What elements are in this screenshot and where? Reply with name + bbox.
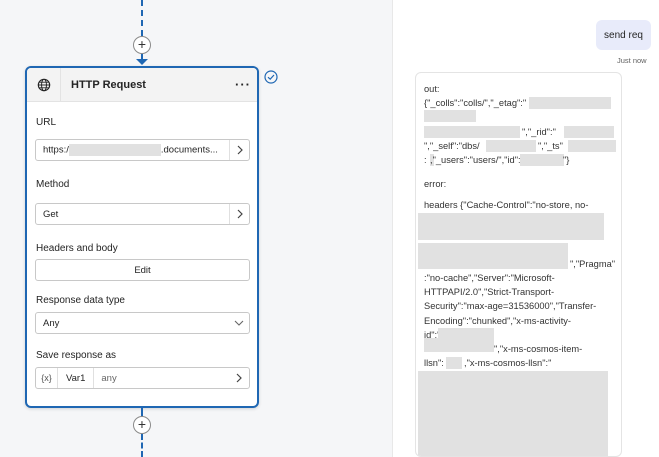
variable-type: any (101, 372, 117, 384)
redacted-block (418, 243, 568, 269)
save-response-label: Save response as (36, 350, 117, 361)
redacted-block (520, 154, 564, 166)
response-type-value: Any (43, 317, 60, 329)
more-options-button[interactable]: ··· (229, 77, 257, 92)
response-line: ","_self":"dbs/ (424, 141, 480, 151)
redacted-block (424, 110, 476, 122)
redacted-block (68, 144, 161, 156)
bot-response-card: out: {"_colls":"colls/","_etag":" ","_ri… (415, 72, 622, 457)
chevron-right-icon[interactable] (229, 368, 249, 388)
check-circle-icon (264, 70, 278, 84)
variable-name: Var1 (58, 368, 95, 388)
redacted-block (446, 357, 462, 369)
response-line: ","_ts" (538, 141, 563, 151)
plus-icon: + (137, 416, 147, 432)
url-field[interactable]: https:/.documents... (35, 139, 250, 161)
node-header: HTTP Request ··· (27, 67, 257, 102)
user-message-text: send req (604, 29, 643, 41)
redacted-block (529, 97, 611, 109)
add-node-button-top[interactable]: + (133, 36, 151, 54)
url-value: https:/.documents... (43, 144, 218, 156)
headers-line: HTTPAPI/2.0","Strict-Transport- (424, 287, 555, 297)
error-label: error: (424, 179, 447, 189)
add-node-button-bottom[interactable]: + (133, 416, 151, 434)
headers-line: headers {"Cache-Control":"no-store, no- (424, 200, 589, 210)
redacted-block (568, 140, 616, 152)
chevron-right-icon[interactable] (229, 204, 249, 224)
headers-line: llsn": (424, 358, 444, 368)
redacted-block (424, 338, 494, 352)
redacted-block (486, 140, 536, 152)
headers-body-label: Headers and body (36, 243, 118, 254)
chevron-right-icon[interactable] (229, 140, 249, 160)
response-type-label: Response data type (36, 295, 125, 306)
headers-line: :"no-cache","Server":"Microsoft- (424, 273, 555, 283)
redacted-block (418, 371, 608, 456)
out-label: out: (424, 84, 440, 94)
redacted-block (424, 126, 520, 138)
response-line: ,"_users":"users/","id":" (430, 155, 524, 165)
response-type-dropdown[interactable]: Any (35, 312, 250, 334)
edit-button[interactable]: Edit (35, 259, 250, 281)
edit-label: Edit (134, 264, 151, 276)
method-field[interactable]: Get (35, 203, 250, 225)
flow-canvas[interactable]: + HTTP Request ··· URL https:/.documents… (0, 0, 392, 457)
user-message-bubble: send req (596, 20, 651, 50)
connector-line-dashed (141, 434, 143, 457)
message-timestamp: Just now (617, 56, 647, 65)
variable-icon: {x} (36, 368, 58, 388)
response-line: ","_rid":" (522, 127, 556, 137)
chevron-down-icon (229, 320, 249, 326)
headers-line: ,"x-ms-cosmos-llsn":" (464, 358, 552, 368)
response-line: "} (563, 155, 570, 165)
redacted-block (564, 126, 614, 138)
save-response-field[interactable]: {x} Var1 any (35, 367, 250, 389)
response-line: {"_colls":"colls/","_etag":" (424, 98, 527, 108)
plus-icon: + (137, 36, 147, 52)
headers-line: Security":"max-age=31536000","Transfer- (424, 301, 597, 311)
headers-line: Encoding":"chunked","x-ms-activity- (424, 316, 572, 326)
method-value: Get (43, 208, 59, 220)
method-label: Method (36, 179, 70, 190)
http-request-node[interactable]: HTTP Request ··· URL https:/.documents..… (25, 66, 259, 408)
headers-line: ","Pragma" (570, 259, 616, 269)
globe-icon (27, 67, 61, 102)
url-label: URL (36, 117, 57, 128)
redacted-block (438, 328, 494, 340)
app-root: + HTTP Request ··· URL https:/.documents… (0, 0, 659, 457)
headers-line: ","x-ms-cosmos-item- (494, 344, 583, 354)
node-title: HTTP Request (71, 78, 146, 91)
arrow-down-icon (136, 59, 148, 65)
redacted-block (418, 213, 604, 240)
connector-line-top (141, 0, 143, 36)
